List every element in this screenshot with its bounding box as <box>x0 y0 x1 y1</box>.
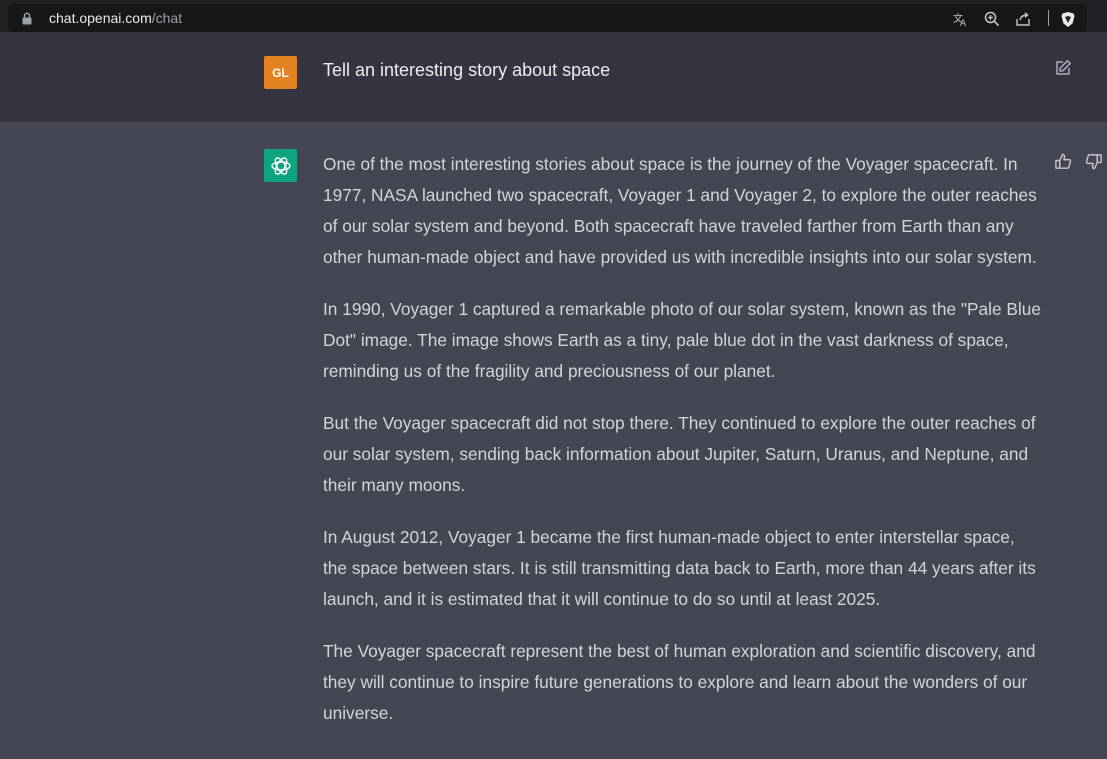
thumbs-up-icon[interactable] <box>1054 152 1073 171</box>
url-text[interactable]: chat.openai.com/chat <box>49 10 182 26</box>
answer-paragraph: The Voyager spacecraft represent the bes… <box>323 641 1036 723</box>
thumbs-down-icon[interactable] <box>1084 152 1103 171</box>
edit-icon[interactable] <box>1054 59 1072 77</box>
zoom-icon[interactable] <box>983 10 1001 28</box>
url-host: chat.openai.com <box>49 10 152 26</box>
assistant-message-row: One of the most interesting stories abou… <box>0 122 1107 759</box>
user-prompt: Tell an interesting story about space <box>323 60 611 80</box>
lock-icon <box>22 12 32 25</box>
svg-text:A: A <box>960 19 967 27</box>
answer-paragraph: But the Voyager spacecraft did not stop … <box>323 413 1036 495</box>
translate-icon[interactable]: 文 A <box>951 10 969 28</box>
assistant-answer: One of the most interesting stories abou… <box>323 149 1043 750</box>
user-avatar: GL <box>264 56 297 89</box>
address-bar[interactable]: chat.openai.com/chat 文 A <box>8 4 1087 32</box>
user-message-row: GL Tell an interesting story about space <box>0 32 1107 122</box>
answer-paragraph: In 1990, Voyager 1 captured a remarkable… <box>323 299 1041 381</box>
toolbar-separator <box>1048 10 1049 26</box>
brave-shield-icon[interactable] <box>1059 10 1077 28</box>
url-path: /chat <box>151 10 183 26</box>
chatgpt-logo-icon <box>264 149 297 182</box>
answer-paragraph: One of the most interesting stories abou… <box>323 154 1037 267</box>
share-icon[interactable] <box>1014 10 1032 28</box>
answer-paragraph: In August 2012, Voyager 1 became the fir… <box>323 527 1036 609</box>
